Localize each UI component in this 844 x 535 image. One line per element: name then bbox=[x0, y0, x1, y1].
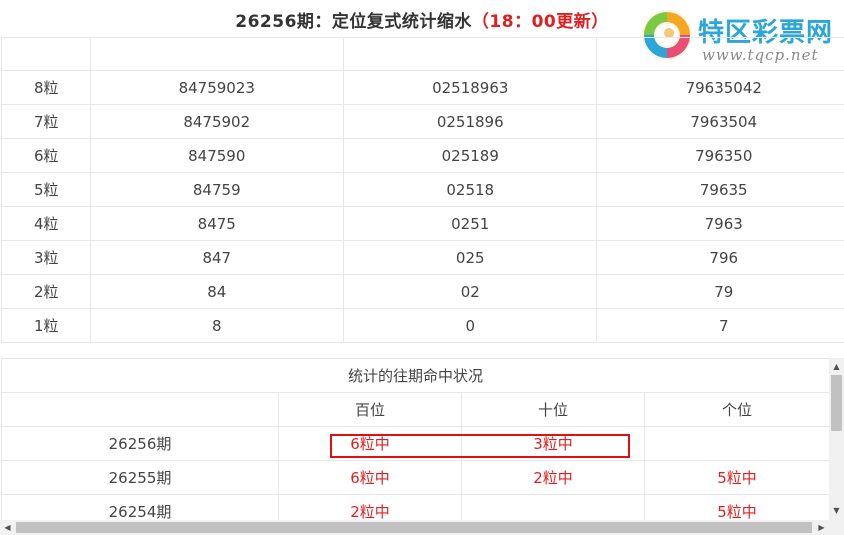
history-header-row: 百位 十位 个位 bbox=[1, 392, 829, 427]
row-label: 2粒 bbox=[1, 274, 91, 309]
table-row: 5粒 84759 02518 79635 bbox=[1, 172, 844, 207]
table-cell: 796350 bbox=[596, 138, 844, 173]
table-cell: 7963504 bbox=[596, 104, 844, 139]
positional-header-cell bbox=[596, 37, 844, 71]
table-cell: 847590 bbox=[89, 138, 345, 173]
table-cell: 025 bbox=[342, 240, 598, 275]
table-cell: 8475 bbox=[89, 206, 345, 241]
title-main: 26256期：定位复式统计缩水 bbox=[235, 12, 472, 32]
row-label: 1粒 bbox=[1, 308, 91, 343]
row-label: 3粒 bbox=[1, 240, 91, 275]
scroll-down-arrow-icon[interactable]: ▼ bbox=[829, 504, 844, 518]
hit-cell: 6粒中 bbox=[278, 460, 462, 495]
vertical-scrollbar[interactable]: ▲ ▼ bbox=[829, 358, 844, 520]
table-cell: 7963 bbox=[596, 206, 844, 241]
period-label: 26255期 bbox=[1, 460, 279, 495]
table-row: 26255期 6粒中 2粒中 5粒中 bbox=[1, 460, 829, 495]
history-header-cell: 百位 bbox=[278, 392, 462, 427]
table-row: 2粒 84 02 79 bbox=[1, 274, 844, 309]
table-row: 7粒 8475902 0251896 7963504 bbox=[1, 104, 844, 139]
horizontal-scroll-thumb[interactable] bbox=[16, 522, 812, 533]
positional-header-cell bbox=[342, 37, 598, 71]
vertical-scroll-thumb[interactable] bbox=[831, 375, 842, 431]
history-header-cell: 个位 bbox=[643, 392, 829, 427]
history-caption-row: 统计的往期命中状况 bbox=[1, 358, 829, 393]
highlight-box bbox=[330, 434, 630, 458]
period-label: 26254期 bbox=[1, 494, 279, 520]
hit-cell bbox=[461, 494, 645, 520]
table-cell: 02518963 bbox=[342, 70, 598, 105]
hit-cell: 2粒中 bbox=[278, 494, 462, 520]
table-cell: 02 bbox=[342, 274, 598, 309]
table-row: 26254期 2粒中 5粒中 bbox=[1, 494, 829, 520]
row-label: 7粒 bbox=[1, 104, 91, 139]
row-label: 8粒 bbox=[1, 70, 91, 105]
positional-table: 8粒 84759023 02518963 79635042 7粒 8475902 0251… bbox=[1, 37, 844, 343]
table-cell: 8 bbox=[89, 308, 345, 343]
table-cell: 84759023 bbox=[89, 70, 345, 105]
table-cell: 847 bbox=[89, 240, 345, 275]
hit-cell: 5粒中 bbox=[643, 460, 829, 495]
title-update-time: （18：00更新） bbox=[471, 12, 609, 32]
table-row: 6粒 847590 025189 796350 bbox=[1, 138, 844, 173]
table-row: 4粒 8475 0251 7963 bbox=[1, 206, 844, 241]
history-caption: 统计的往期命中状况 bbox=[1, 358, 829, 393]
table-row: 3粒 847 025 796 bbox=[1, 240, 844, 275]
table-cell: 02518 bbox=[342, 172, 598, 207]
scroll-left-arrow-icon[interactable]: ◀ bbox=[0, 520, 15, 535]
table-cell: 796 bbox=[596, 240, 844, 275]
table-cell: 84 bbox=[89, 274, 345, 309]
horizontal-scrollbar[interactable]: ◀ ▶ bbox=[0, 520, 844, 535]
row-label: 6粒 bbox=[1, 138, 91, 173]
positional-header-row bbox=[1, 37, 844, 71]
hit-cell: 5粒中 bbox=[643, 494, 829, 520]
table-cell: 7 bbox=[596, 308, 844, 343]
table-row: 8粒 84759023 02518963 79635042 bbox=[1, 70, 844, 105]
row-label: 4粒 bbox=[1, 206, 91, 241]
table-cell: 79635042 bbox=[596, 70, 844, 105]
history-header-cell: 十位 bbox=[461, 392, 645, 427]
table-cell: 0251 bbox=[342, 206, 598, 241]
table-cell: 79 bbox=[596, 274, 844, 309]
scroll-right-arrow-icon[interactable]: ▶ bbox=[814, 520, 829, 535]
hit-cell: 2粒中 bbox=[461, 460, 645, 495]
table-row: 1粒 8 0 7 bbox=[1, 308, 844, 343]
scroll-up-arrow-icon[interactable]: ▲ bbox=[829, 360, 844, 374]
row-label: 5粒 bbox=[1, 172, 91, 207]
positional-header-cell bbox=[1, 37, 91, 71]
history-header-cell bbox=[1, 392, 279, 427]
table-cell: 025189 bbox=[342, 138, 598, 173]
table-cell: 79635 bbox=[596, 172, 844, 207]
hit-cell bbox=[643, 426, 829, 461]
period-label: 26256期 bbox=[1, 426, 279, 461]
table-cell: 84759 bbox=[89, 172, 345, 207]
table-cell: 8475902 bbox=[89, 104, 345, 139]
table-cell: 0 bbox=[342, 308, 598, 343]
positional-header-cell bbox=[89, 37, 345, 71]
table-cell: 0251896 bbox=[342, 104, 598, 139]
